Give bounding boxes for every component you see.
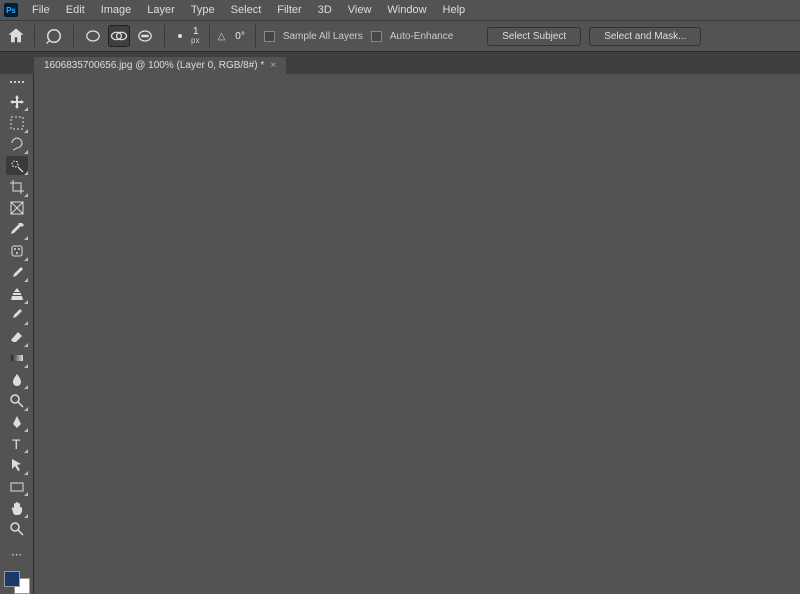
eraser-tool[interactable]	[6, 327, 28, 346]
add-selection-icon[interactable]	[108, 25, 130, 47]
app-icon: Ps	[4, 3, 18, 17]
lasso-tool[interactable]	[6, 135, 28, 154]
close-tab-icon[interactable]: ×	[270, 60, 276, 71]
quick-selection-tool[interactable]	[6, 156, 28, 175]
hand-tool[interactable]	[6, 498, 28, 517]
frame-tool[interactable]	[6, 199, 28, 218]
dodge-tool[interactable]	[6, 391, 28, 410]
edit-toolbar-icon[interactable]: ⋯	[6, 545, 28, 564]
angle-icon: △	[218, 31, 226, 42]
separator	[209, 25, 210, 47]
document-tab-bar: 1606835700656.jpg @ 100% (Layer 0, RGB/8…	[0, 52, 800, 74]
document-tab[interactable]: 1606835700656.jpg @ 100% (Layer 0, RGB/8…	[34, 57, 286, 74]
menu-help[interactable]: Help	[435, 2, 474, 18]
menu-type[interactable]: Type	[183, 2, 223, 18]
panel-grip-icon[interactable]	[6, 78, 28, 87]
menu-edit[interactable]: Edit	[58, 2, 93, 18]
auto-enhance-label: Auto-Enhance	[390, 31, 453, 42]
menu-filter[interactable]: Filter	[269, 2, 309, 18]
zoom-tool[interactable]	[6, 520, 28, 539]
auto-enhance-checkbox[interactable]	[371, 31, 382, 42]
select-subject-button[interactable]: Select Subject	[487, 27, 581, 46]
svg-text:T: T	[12, 436, 21, 452]
menu-image[interactable]: Image	[93, 2, 140, 18]
move-tool[interactable]	[6, 92, 28, 111]
healing-brush-tool[interactable]	[6, 242, 28, 261]
new-selection-icon[interactable]	[82, 25, 104, 47]
clone-stamp-tool[interactable]	[6, 284, 28, 303]
marquee-tool[interactable]	[6, 113, 28, 132]
subtract-selection-icon[interactable]	[134, 25, 156, 47]
select-and-mask-button[interactable]: Select and Mask...	[589, 27, 701, 46]
history-brush-tool[interactable]	[6, 306, 28, 325]
eyedropper-tool[interactable]	[6, 220, 28, 239]
foreground-color-swatch[interactable]	[4, 571, 20, 587]
type-tool[interactable]: T	[6, 434, 28, 453]
menu-file[interactable]: File	[24, 2, 58, 18]
brush-mode-group	[82, 25, 156, 47]
menu-select[interactable]: Select	[223, 2, 270, 18]
path-selection-tool[interactable]	[6, 455, 28, 474]
menu-bar: Ps File Edit Image Layer Type Select Fil…	[0, 0, 800, 20]
gradient-tool[interactable]	[6, 349, 28, 368]
document-tab-title: 1606835700656.jpg @ 100% (Layer 0, RGB/8…	[44, 60, 264, 71]
home-icon[interactable]	[6, 26, 26, 46]
menu-view[interactable]: View	[340, 2, 380, 18]
separator	[255, 25, 256, 47]
menu-3d[interactable]: 3D	[310, 2, 340, 18]
brush-tool[interactable]	[6, 263, 28, 282]
crop-tool[interactable]	[6, 177, 28, 196]
brush-size-control[interactable]: 1 px	[173, 27, 201, 45]
menu-layer[interactable]: Layer	[139, 2, 183, 18]
tools-panel: T ⋯	[0, 74, 34, 594]
pen-tool[interactable]	[6, 413, 28, 432]
separator	[34, 25, 35, 47]
sample-all-layers-checkbox[interactable]	[264, 31, 275, 42]
color-swatches[interactable]	[4, 571, 30, 594]
tool-preset-icon[interactable]	[43, 25, 65, 47]
sample-all-layers-label: Sample All Layers	[283, 31, 363, 42]
brush-size-value: 1	[191, 27, 201, 36]
blur-tool[interactable]	[6, 370, 28, 389]
separator	[164, 25, 165, 47]
brush-size-unit: px	[191, 36, 201, 45]
angle-value[interactable]: 0°	[233, 31, 247, 42]
options-bar: 1 px △ 0° Sample All Layers Auto-Enhance…	[0, 20, 800, 52]
separator	[73, 25, 74, 47]
menu-window[interactable]: Window	[379, 2, 434, 18]
rectangle-tool[interactable]	[6, 477, 28, 496]
